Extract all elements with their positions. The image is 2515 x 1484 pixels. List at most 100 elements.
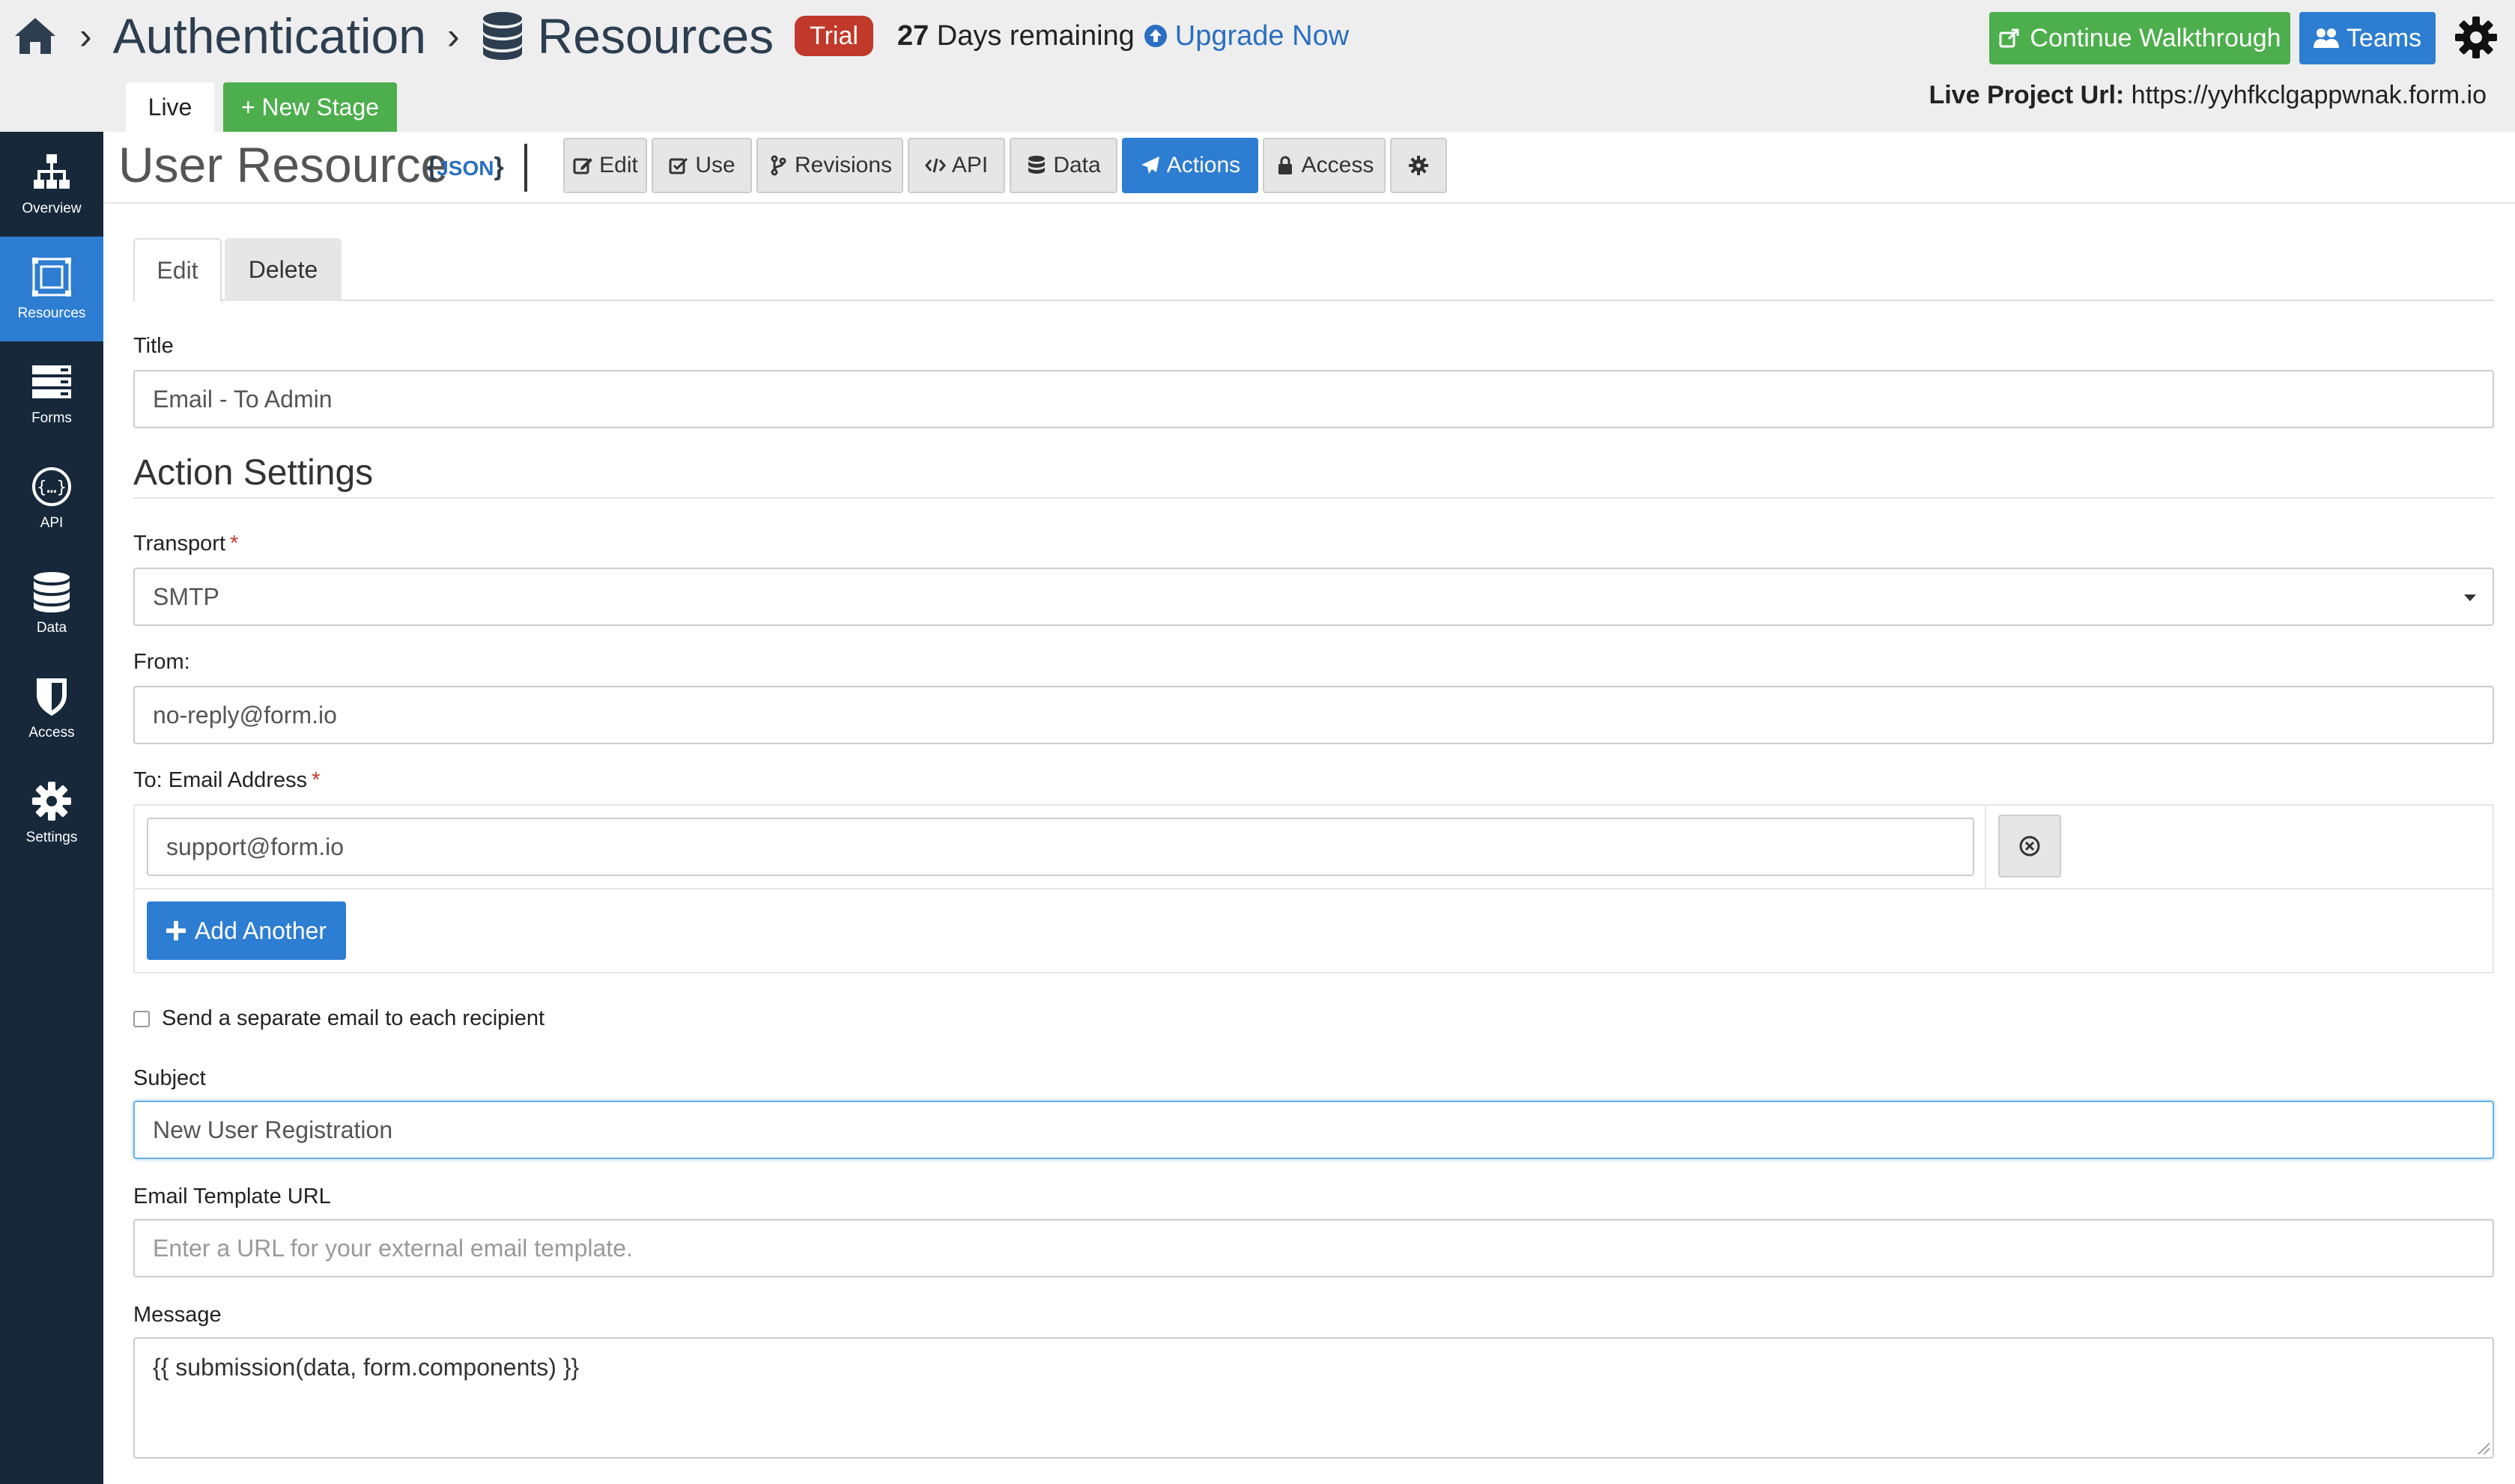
caret-down-icon [2464,594,2476,601]
remove-email-button[interactable] [1998,815,2061,878]
required-marker: * [230,532,239,556]
remove-circle-icon [2019,836,2040,857]
stage-tabs: Live + New Stage [126,82,397,132]
sidebar-item-data[interactable]: Data [0,551,103,656]
subject-label: Subject [133,1066,206,1090]
add-another-label: Add Another [194,916,327,944]
sidebar-item-api[interactable]: {…} API [0,446,103,551]
divider [133,497,2494,499]
breadcrumb-separator: › [446,15,460,57]
divider [1985,806,1986,888]
sidebar-item-access[interactable]: Access [0,656,103,761]
resource-title: User Resource [118,137,449,192]
to-email-label-text: To: Email Address [133,768,308,792]
sitemap-icon [34,154,70,189]
teams-label: Teams [2346,23,2422,52]
title-input[interactable]: Email - To Admin [133,370,2494,428]
transport-label-text: Transport [133,532,226,556]
resources-icon [32,258,71,297]
tab-access[interactable]: Access [1263,138,1386,193]
subject-input[interactable]: New User Registration [133,1101,2494,1159]
divider [524,144,527,192]
subtab-delete[interactable]: Delete [225,238,342,301]
upgrade-now-link[interactable]: Upgrade Now [1144,20,1349,52]
sidebar-item-overview[interactable]: Overview [0,132,103,237]
days-remaining-count: 27 [897,19,929,52]
tab-label: Use [695,153,735,177]
live-project-url: Live Project Url: https://yyhfkclgappwna… [1929,81,2487,110]
tab-data[interactable]: Data [1010,138,1117,193]
add-another-button[interactable]: Add Another [147,901,346,960]
action-settings-heading: Action Settings [133,453,374,493]
tab-label: Revisions [794,153,893,177]
sidebar: Overview Resources Forms {…} API Data Ac… [0,132,103,1484]
transport-value: SMTP [153,583,219,610]
tab-settings[interactable] [1390,138,1447,193]
transport-label: Transport * [133,532,238,556]
database-icon [482,12,522,60]
resize-handle[interactable] [2478,1442,2490,1454]
from-input[interactable]: no-reply@form.io [133,686,2494,744]
database-icon [1028,156,1046,174]
upgrade-now-label: Upgrade Now [1174,19,1350,52]
gear-icon [32,782,71,821]
sidebar-item-forms[interactable]: Forms [0,341,103,446]
check-square-icon [669,157,688,174]
transport-select[interactable]: SMTP [133,568,2494,626]
email-template-url-label: Email Template URL [133,1185,331,1208]
tab-actions[interactable]: Actions [1122,138,1258,193]
sidebar-item-label: API [40,515,64,531]
code-icon [924,158,946,173]
required-marker: * [312,768,321,792]
json-label: JSON [437,156,494,180]
tab-api[interactable]: API [908,138,1005,193]
edit-icon [573,158,593,174]
message-value: {{ submission(data, form.components) }} [153,1354,580,1381]
live-project-url-label: Live Project Url: [1929,81,2125,109]
resource-header: User Resource {JSON} Edit Use Revisions … [103,132,2515,204]
gear-icon[interactable] [2454,15,2499,60]
message-label: Message [133,1303,222,1327]
days-remaining: 27 Days remaining [897,20,1135,52]
plus-icon [166,921,186,940]
tab-label: Actions [1166,153,1241,177]
branch-icon [771,155,786,176]
json-link[interactable]: {JSON} [427,153,504,182]
continue-walkthrough-label: Continue Walkthrough [2030,23,2281,52]
action-subtabs: Edit Delete [133,238,2494,302]
stage-tab-live[interactable]: Live [126,82,214,132]
sidebar-item-label: Access [28,725,75,741]
continue-walkthrough-button[interactable]: Continue Walkthrough [1989,12,2290,64]
teams-button[interactable]: Teams [2299,12,2436,64]
message-textarea[interactable]: {{ submission(data, form.components) }} [133,1337,2494,1459]
live-project-url-value[interactable]: https://yyhfkclgappwnak.form.io [2132,81,2487,109]
tab-label: Edit [599,153,638,177]
to-email-input[interactable]: support@form.io [147,818,1974,876]
svg-text:{…}: {…} [37,478,67,497]
gear-icon [1409,156,1428,175]
subtab-edit[interactable]: Edit [133,238,222,302]
sidebar-item-resources[interactable]: Resources [0,237,103,341]
separate-email-label: Send a separate email to each recipient [162,1006,545,1030]
lock-icon [1278,156,1292,174]
days-remaining-text: Days remaining [929,19,1135,52]
separate-email-checkbox[interactable] [133,1010,150,1027]
tab-use[interactable]: Use [652,138,752,193]
breadcrumb-authentication[interactable]: Authentication [113,11,426,61]
email-template-url-input[interactable]: Enter a URL for your external email temp… [133,1219,2494,1277]
sidebar-item-settings[interactable]: Settings [0,761,103,866]
home-icon[interactable] [12,15,58,57]
resource-tabs: Edit Use Revisions API Data Actions Acce… [563,138,1447,193]
breadcrumb-resources[interactable]: Resources [538,11,774,61]
database-icon [34,572,70,612]
divider [135,888,2493,890]
shield-icon [37,678,67,716]
new-stage-button[interactable]: + New Stage [223,82,397,132]
arrow-circle-up-icon [1144,25,1167,47]
trial-badge: Trial [795,16,873,56]
forms-icon [32,365,71,398]
tab-revisions[interactable]: Revisions [756,138,903,193]
tab-edit[interactable]: Edit [563,138,647,193]
sidebar-item-label: Overview [22,201,82,216]
breadcrumb-separator: › [79,15,92,57]
